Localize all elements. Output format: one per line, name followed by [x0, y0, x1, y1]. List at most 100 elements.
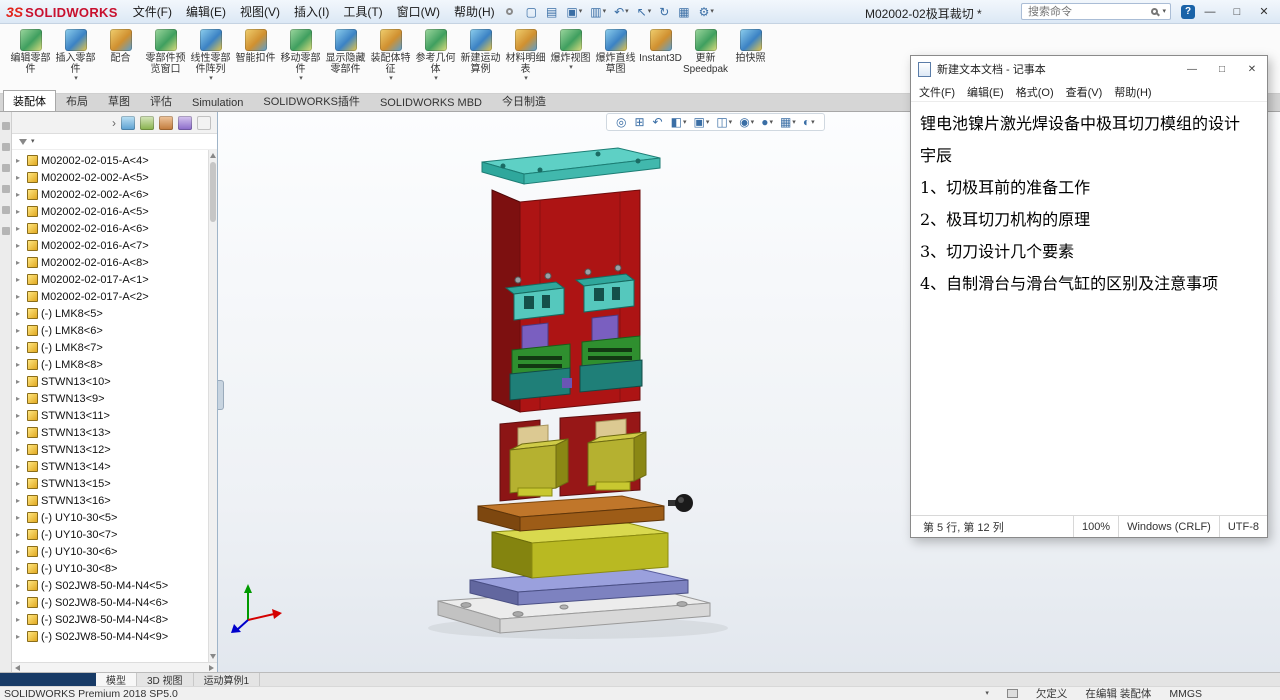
expander-icon[interactable]: ▸ — [16, 428, 24, 437]
ribbon-button[interactable]: 零部件预览窗口 — [143, 27, 188, 82]
ribbon-tab[interactable]: 布局 — [56, 90, 98, 111]
menu-item[interactable]: 视图(V) — [233, 0, 287, 23]
scroll-down-icon[interactable] — [210, 654, 216, 659]
ribbon-button[interactable]: 线性零部件阵列 ▾ — [188, 27, 233, 82]
options-button[interactable]: ⚙ ▾ — [696, 4, 717, 20]
ribbon-tab[interactable]: SOLIDWORKS插件 — [253, 90, 370, 111]
file-properties-button[interactable]: ▦ — [675, 4, 693, 20]
scroll-up-icon[interactable] — [210, 153, 216, 158]
notepad-menu-item[interactable]: 文件(F) — [913, 84, 961, 100]
tree-item[interactable]: ▸ (-) UY10-30<6> — [16, 543, 207, 560]
status-options-icon[interactable] — [1006, 689, 1018, 698]
tree-item[interactable]: ▸ (-) LMK8<5> — [16, 305, 207, 322]
tab-scroll-area[interactable] — [0, 673, 96, 686]
expander-icon[interactable]: ▸ — [16, 241, 24, 250]
menu-item[interactable]: 工具(T) — [336, 0, 389, 23]
tree-item[interactable]: ▸ (-) LMK8<7> — [16, 339, 207, 356]
ribbon-button[interactable]: 拍快照 — [728, 27, 773, 71]
status-item[interactable]: 欠定义 — [1036, 686, 1068, 700]
scroll-left-icon[interactable] — [15, 664, 20, 671]
side-toolbar-button-1[interactable] — [1, 122, 10, 130]
document-tab[interactable]: 运动算例1 — [194, 673, 261, 687]
menu-item[interactable]: 编辑(E) — [179, 0, 233, 23]
expander-icon[interactable]: ▸ — [16, 360, 24, 369]
tree-item[interactable]: ▸ STWN13<16> — [16, 492, 207, 509]
tree-item[interactable]: ▸ (-) S02JW8-50-M4-N4<5> — [16, 577, 207, 594]
menu-item[interactable]: 帮助(H) — [447, 0, 502, 23]
notepad-menu-item[interactable]: 格式(O) — [1010, 84, 1060, 100]
expander-icon[interactable]: ▸ — [16, 275, 24, 284]
notepad-menu-item[interactable]: 编辑(E) — [961, 84, 1010, 100]
expander-icon[interactable]: ▸ — [16, 445, 24, 454]
tree-item[interactable]: ▸ (-) UY10-30<7> — [16, 526, 207, 543]
zoom-to-area-icon[interactable]: ⊞ — [634, 116, 645, 128]
notepad-close-button[interactable]: ✕ — [1237, 56, 1267, 82]
select-button[interactable]: ↖ ▾ — [634, 4, 655, 20]
expander-icon[interactable]: ▸ — [16, 292, 24, 301]
tree-item[interactable]: ▸ (-) LMK8<6> — [16, 322, 207, 339]
dimxpertmanager-tab[interactable] — [178, 115, 192, 130]
maximize-button[interactable]: □ — [1225, 4, 1249, 20]
ribbon-button[interactable]: 编辑零部件 — [8, 27, 53, 82]
menu-item[interactable]: 文件(F) — [126, 0, 179, 23]
ribbon-tab[interactable]: SOLIDWORKS MBD — [370, 94, 492, 111]
ribbon-button[interactable]: 装配体特征 ▾ — [368, 27, 413, 82]
tree-horizontal-scrollbar[interactable] — [12, 662, 217, 672]
tree-item[interactable]: ▸ M02002-02-002-A<5> — [16, 169, 207, 186]
expander-icon[interactable]: ▸ — [16, 479, 24, 488]
side-toolbar-button-6[interactable] — [1, 227, 10, 235]
side-toolbar-button-5[interactable] — [1, 206, 10, 214]
rebuild-button[interactable]: ↻ — [656, 4, 673, 20]
tree-item[interactable]: ▸ STWN13<13> — [16, 424, 207, 441]
expander-icon[interactable]: ▸ — [16, 632, 24, 641]
expander-icon[interactable]: ▸ — [16, 598, 24, 607]
command-search-box[interactable]: ▾ — [1021, 3, 1171, 20]
expander-icon[interactable]: ▸ — [16, 564, 24, 573]
edit-appearance-icon[interactable]: ● ▾ — [761, 116, 773, 128]
zoom-to-fit-icon[interactable]: ◎ — [616, 116, 627, 128]
apply-scene-icon[interactable]: ▦ ▾ — [780, 116, 796, 128]
ribbon-button[interactable]: 参考几何体 ▾ — [413, 27, 458, 82]
tree-item[interactable]: ▸ M02002-02-017-A<1> — [16, 271, 207, 288]
document-tab[interactable]: 模型 — [96, 673, 137, 687]
expander-icon[interactable]: ▸ — [16, 156, 24, 165]
expander-icon[interactable]: ▸ — [16, 513, 24, 522]
expander-icon[interactable]: ▸ — [16, 547, 24, 556]
notepad-maximize-button[interactable]: □ — [1207, 56, 1237, 82]
ribbon-button[interactable]: 材料明细表 ▾ — [503, 27, 548, 82]
tree-vertical-scrollbar[interactable] — [208, 150, 217, 662]
scrollbar-thumb[interactable] — [210, 162, 216, 222]
view-orientation-icon[interactable]: ▣ ▾ — [693, 116, 709, 128]
filter-icon[interactable] — [19, 138, 27, 145]
tree-item[interactable]: ▸ M02002-02-015-A<4> — [16, 152, 207, 169]
tree-item[interactable]: ▸ STWN13<14> — [16, 458, 207, 475]
minimize-button[interactable]: — — [1198, 4, 1222, 20]
tree-item[interactable]: ▸ STWN13<10> — [16, 373, 207, 390]
ribbon-button[interactable]: 更新Speedpak — [683, 27, 728, 82]
ribbon-button[interactable]: Instant3D — [638, 27, 683, 71]
ribbon-tab[interactable]: 今日制造 — [492, 90, 556, 111]
expander-icon[interactable]: ▸ — [16, 496, 24, 505]
ribbon-button[interactable]: 显示隐藏零部件 — [323, 27, 368, 82]
status-item[interactable]: MMGS — [1169, 688, 1202, 700]
expander-icon[interactable]: ▸ — [16, 615, 24, 624]
status-item[interactable]: 在编辑 装配体 — [1085, 686, 1151, 700]
notepad-titlebar[interactable]: 新建文本文档 - 记事本 — □ ✕ — [911, 56, 1267, 82]
propertymanager-tab[interactable] — [140, 115, 154, 130]
ribbon-tab[interactable]: Simulation — [182, 94, 253, 111]
tree-item[interactable]: ▸ STWN13<11> — [16, 407, 207, 424]
side-toolbar-button-2[interactable] — [1, 143, 10, 151]
expander-icon[interactable]: ▸ — [16, 173, 24, 182]
help-icon[interactable]: ? — [1181, 4, 1195, 19]
tree-item[interactable]: ▸ STWN13<9> — [16, 390, 207, 407]
tree-item[interactable]: ▸ M02002-02-016-A<8> — [16, 254, 207, 271]
save-button[interactable]: ▣ ▾ — [563, 4, 585, 20]
ribbon-button[interactable]: 新建运动算例 — [458, 27, 503, 82]
notepad-window[interactable]: 新建文本文档 - 记事本 — □ ✕ 文件(F) 编辑(E) 格式(O) 查看(V) 帮… — [910, 55, 1268, 538]
menu-item[interactable]: 插入(I) — [287, 0, 336, 23]
ribbon-tab[interactable]: 装配体 — [3, 90, 56, 111]
tree-item[interactable]: ▸ M02002-02-002-A<6> — [16, 186, 207, 203]
tree-item[interactable]: ▸ (-) S02JW8-50-M4-N4<6> — [16, 594, 207, 611]
panel-splitter-handle[interactable] — [218, 380, 224, 410]
expander-icon[interactable]: ▸ — [16, 462, 24, 471]
